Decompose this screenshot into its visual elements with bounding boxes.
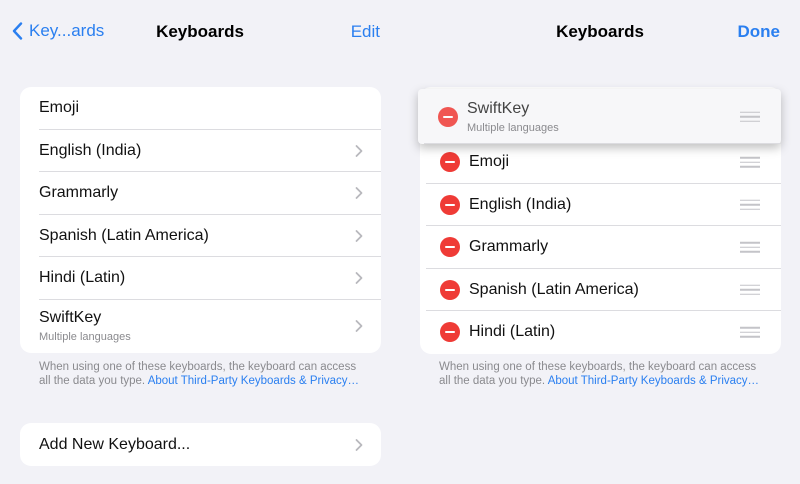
- keyboard-name: SwiftKey: [467, 99, 530, 117]
- edit-row-english-india: English (India): [420, 184, 781, 227]
- reorder-grip-icon[interactable]: [740, 282, 760, 299]
- keyboard-subtitle: Multiple languages: [467, 121, 559, 134]
- keyboards-edit-list: Emoji English (India) Grammarly Spanish …: [420, 141, 781, 354]
- nav-bar: Keyboards Done: [400, 0, 800, 64]
- edit-row-grammarly: Grammarly: [420, 226, 781, 269]
- reorder-grip-icon[interactable]: [740, 324, 760, 341]
- add-keyboard-group: Add New Keyboard...: [20, 423, 381, 466]
- minus-circle-icon[interactable]: [440, 152, 460, 173]
- privacy-link[interactable]: About Third-Party Keyboards & Privacy…: [148, 375, 359, 387]
- keyboard-name: Emoji: [39, 99, 80, 117]
- minus-circle-icon[interactable]: [438, 106, 458, 127]
- reorder-grip-icon[interactable]: [740, 108, 760, 125]
- edit-button[interactable]: Edit: [351, 22, 380, 42]
- privacy-footnote: When using one of these keyboards, the k…: [39, 360, 369, 388]
- keyboard-name: Grammarly: [469, 238, 549, 256]
- minus-circle-icon[interactable]: [440, 194, 460, 215]
- keyboard-subtitle: Multiple languages: [39, 331, 131, 343]
- keyboard-name: Spanish (Latin America): [39, 226, 209, 244]
- keyboard-label: SwiftKey Multiple languages: [39, 309, 131, 343]
- page-title: Keyboards: [156, 22, 244, 41]
- dragging-row-swiftkey[interactable]: SwiftKey Multiple languages: [418, 89, 781, 144]
- edit-row-spanish: Spanish (Latin America): [420, 269, 781, 312]
- done-button[interactable]: Done: [738, 22, 781, 42]
- add-new-keyboard-button[interactable]: Add New Keyboard...: [20, 423, 381, 466]
- keyboards-list: Emoji English (India) Grammarly Spanish …: [20, 87, 381, 353]
- chevron-right-icon: [355, 144, 363, 157]
- keyboard-row-hindi-latin[interactable]: Hindi (Latin): [20, 257, 381, 300]
- keyboard-name: Hindi (Latin): [39, 269, 126, 287]
- keyboard-name: Grammarly: [39, 184, 119, 202]
- keyboard-name: SwiftKey: [39, 309, 102, 326]
- edit-row-hindi-latin: Hindi (Latin): [420, 311, 781, 354]
- minus-circle-icon[interactable]: [440, 237, 460, 258]
- chevron-right-icon: [355, 187, 363, 200]
- privacy-link[interactable]: About Third-Party Keyboards & Privacy…: [548, 375, 759, 387]
- chevron-right-icon: [355, 272, 363, 285]
- reorder-grip-icon[interactable]: [740, 154, 760, 171]
- nav-bar: Key...ards Keyboards Edit: [0, 0, 400, 64]
- keyboard-row-english-india[interactable]: English (India): [20, 130, 381, 173]
- keyboard-row-swiftkey[interactable]: SwiftKey Multiple languages: [20, 300, 381, 353]
- keyboard-name: English (India): [39, 141, 142, 159]
- add-keyboard-label: Add New Keyboard...: [39, 435, 191, 453]
- chevron-right-icon: [355, 438, 363, 451]
- dragging-row-content: SwiftKey Multiple languages: [418, 89, 781, 144]
- keyboard-row-spanish[interactable]: Spanish (Latin America): [20, 215, 381, 258]
- keyboard-name: Emoji: [469, 153, 510, 171]
- keyboard-row-emoji[interactable]: Emoji: [20, 87, 381, 130]
- keyboard-label: SwiftKey Multiple languages: [467, 100, 559, 134]
- chevron-right-icon: [355, 320, 363, 332]
- edit-row-emoji: Emoji: [420, 141, 781, 184]
- chevron-right-icon: [355, 229, 363, 242]
- keyboard-name: English (India): [469, 195, 572, 213]
- keyboard-name: Hindi (Latin): [469, 323, 556, 341]
- minus-circle-icon[interactable]: [440, 322, 460, 343]
- keyboard-name: Spanish (Latin America): [469, 280, 639, 298]
- keyboard-row-grammarly[interactable]: Grammarly: [20, 172, 381, 215]
- minus-circle-icon[interactable]: [440, 279, 460, 300]
- reorder-grip-icon[interactable]: [740, 197, 760, 214]
- reorder-grip-icon[interactable]: [740, 239, 760, 256]
- keyboards-list-pane: Key...ards Keyboards Edit Emoji English …: [0, 0, 400, 484]
- privacy-footnote: When using one of these keyboards, the k…: [439, 360, 769, 388]
